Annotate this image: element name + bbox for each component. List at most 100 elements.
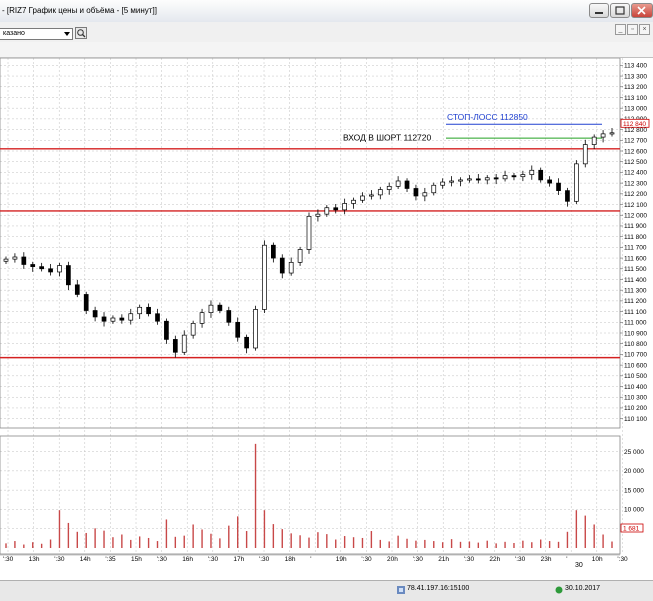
- candle-body: [12, 256, 18, 260]
- candle: [342, 198, 347, 215]
- time-tick-label: 20h: [387, 556, 398, 563]
- candle: [538, 167, 544, 183]
- price-tick-label: 112 800: [624, 127, 647, 134]
- minimize-button[interactable]: [589, 3, 609, 18]
- candle-body: [431, 184, 437, 194]
- candle: [262, 240, 267, 313]
- chart-area[interactable]: СТОП-ЛОСС 112850 ВХОД В ШОРТ 112720 113 …: [0, 57, 653, 586]
- price-tick-label: 111 300: [624, 287, 647, 294]
- price-tick-label: 110 200: [624, 405, 647, 412]
- candle-body: [377, 189, 383, 196]
- candle-body: [181, 334, 187, 353]
- close-button[interactable]: [631, 3, 653, 18]
- price-tick-label: 111 400: [624, 277, 647, 284]
- time-tick-label: 19h: [336, 556, 347, 563]
- volume-axis: 25 00020 00015 00010 0005 000: [624, 449, 644, 533]
- candle: [92, 306, 98, 322]
- candle-body: [413, 188, 419, 197]
- candle: [190, 320, 196, 339]
- price-axis: 113 400113 300113 200113 100113 000112 9…: [620, 63, 647, 423]
- candle-body: [48, 268, 53, 273]
- candle-body: [21, 256, 27, 265]
- close-icon: [637, 6, 646, 15]
- time-tick-label: ':30: [54, 556, 65, 563]
- candle: [74, 280, 80, 298]
- window-titlebar: - [RIZ7 График цены и объёма - [5 минут]…: [0, 0, 653, 23]
- candle: [39, 262, 44, 272]
- candle: [395, 176, 401, 190]
- candle: [137, 304, 143, 319]
- price-tick-label: 110 900: [624, 330, 647, 337]
- candle-body: [440, 181, 446, 186]
- volume-tick-label: 20 000: [624, 468, 644, 475]
- time-tick-label: ':30: [413, 556, 424, 563]
- maximize-button[interactable]: [610, 3, 630, 18]
- candle-body: [92, 310, 98, 318]
- candle: [475, 174, 481, 184]
- mdi-minimize-button[interactable]: _: [615, 24, 626, 35]
- candle: [21, 252, 27, 269]
- candle-body: [30, 264, 36, 267]
- candle-body: [66, 265, 71, 286]
- price-tick-label: 112 500: [624, 159, 647, 166]
- candle-body: [547, 179, 552, 184]
- candle-body: [155, 313, 160, 322]
- volume-bars: [5, 443, 613, 548]
- candle-body: [119, 317, 125, 321]
- status-bar: 78.41.197.16:15100 30.10.2017: [0, 580, 653, 601]
- candle-body: [502, 175, 508, 180]
- candle-body: [226, 310, 232, 323]
- mdi-restore-button[interactable]: ▫: [627, 24, 638, 35]
- candle-body: [110, 317, 116, 322]
- candle-body: [449, 180, 454, 183]
- candle: [30, 261, 36, 272]
- time-tick-label: 10h: [592, 556, 603, 563]
- candle: [431, 182, 437, 196]
- search-icon: [77, 29, 86, 38]
- candle-body: [467, 178, 472, 181]
- candle-body: [262, 244, 267, 310]
- price-tick-label: 110 400: [624, 384, 647, 391]
- candle-body: [404, 180, 410, 189]
- price-tick-label: 113 100: [624, 95, 647, 102]
- candle-body: [57, 265, 62, 273]
- time-tick-label: ':30: [515, 556, 526, 563]
- candle-body: [422, 192, 428, 197]
- candle-body: [591, 136, 597, 145]
- price-tick-label: 113 000: [624, 105, 647, 112]
- price-tick-label: 112 700: [624, 138, 647, 145]
- mdi-close-button[interactable]: ×: [639, 24, 650, 35]
- price-tick-label: 111 100: [624, 309, 647, 316]
- candle: [529, 165, 535, 180]
- search-button[interactable]: [75, 27, 87, 39]
- candle-body: [253, 309, 258, 349]
- candle: [422, 187, 428, 202]
- candle: [377, 186, 383, 200]
- candle-body: [101, 316, 107, 322]
- order-combo[interactable]: казано: [0, 28, 73, 40]
- volume-tick-label: 10 000: [624, 507, 644, 514]
- time-tick-label: ':30: [259, 556, 270, 563]
- candle-body: [609, 132, 615, 135]
- time-tick-label: ':30: [361, 556, 372, 563]
- current-price-label: 112 840: [623, 121, 646, 128]
- candle: [493, 174, 499, 185]
- price-tick-label: 112 000: [624, 213, 647, 220]
- candle: [582, 139, 588, 168]
- price-tick-label: 113 200: [624, 84, 647, 91]
- candle: [101, 312, 107, 327]
- candle-body: [137, 306, 143, 315]
- candle: [271, 242, 276, 263]
- price-volume-chart[interactable]: СТОП-ЛОСС 112850 ВХОД В ШОРТ 112720 113 …: [0, 57, 653, 586]
- combo-value: казано: [3, 30, 25, 37]
- candle-body: [217, 304, 223, 311]
- time-tick-label: ':30: [3, 556, 14, 563]
- candle: [66, 261, 71, 291]
- time-tick-label: 14h: [80, 556, 91, 563]
- candle-body: [342, 203, 347, 211]
- candle-body: [271, 244, 276, 259]
- price-tick-label: 110 300: [624, 395, 647, 402]
- candle: [226, 306, 232, 326]
- candle-body: [600, 133, 606, 138]
- minimize-icon: [595, 12, 603, 14]
